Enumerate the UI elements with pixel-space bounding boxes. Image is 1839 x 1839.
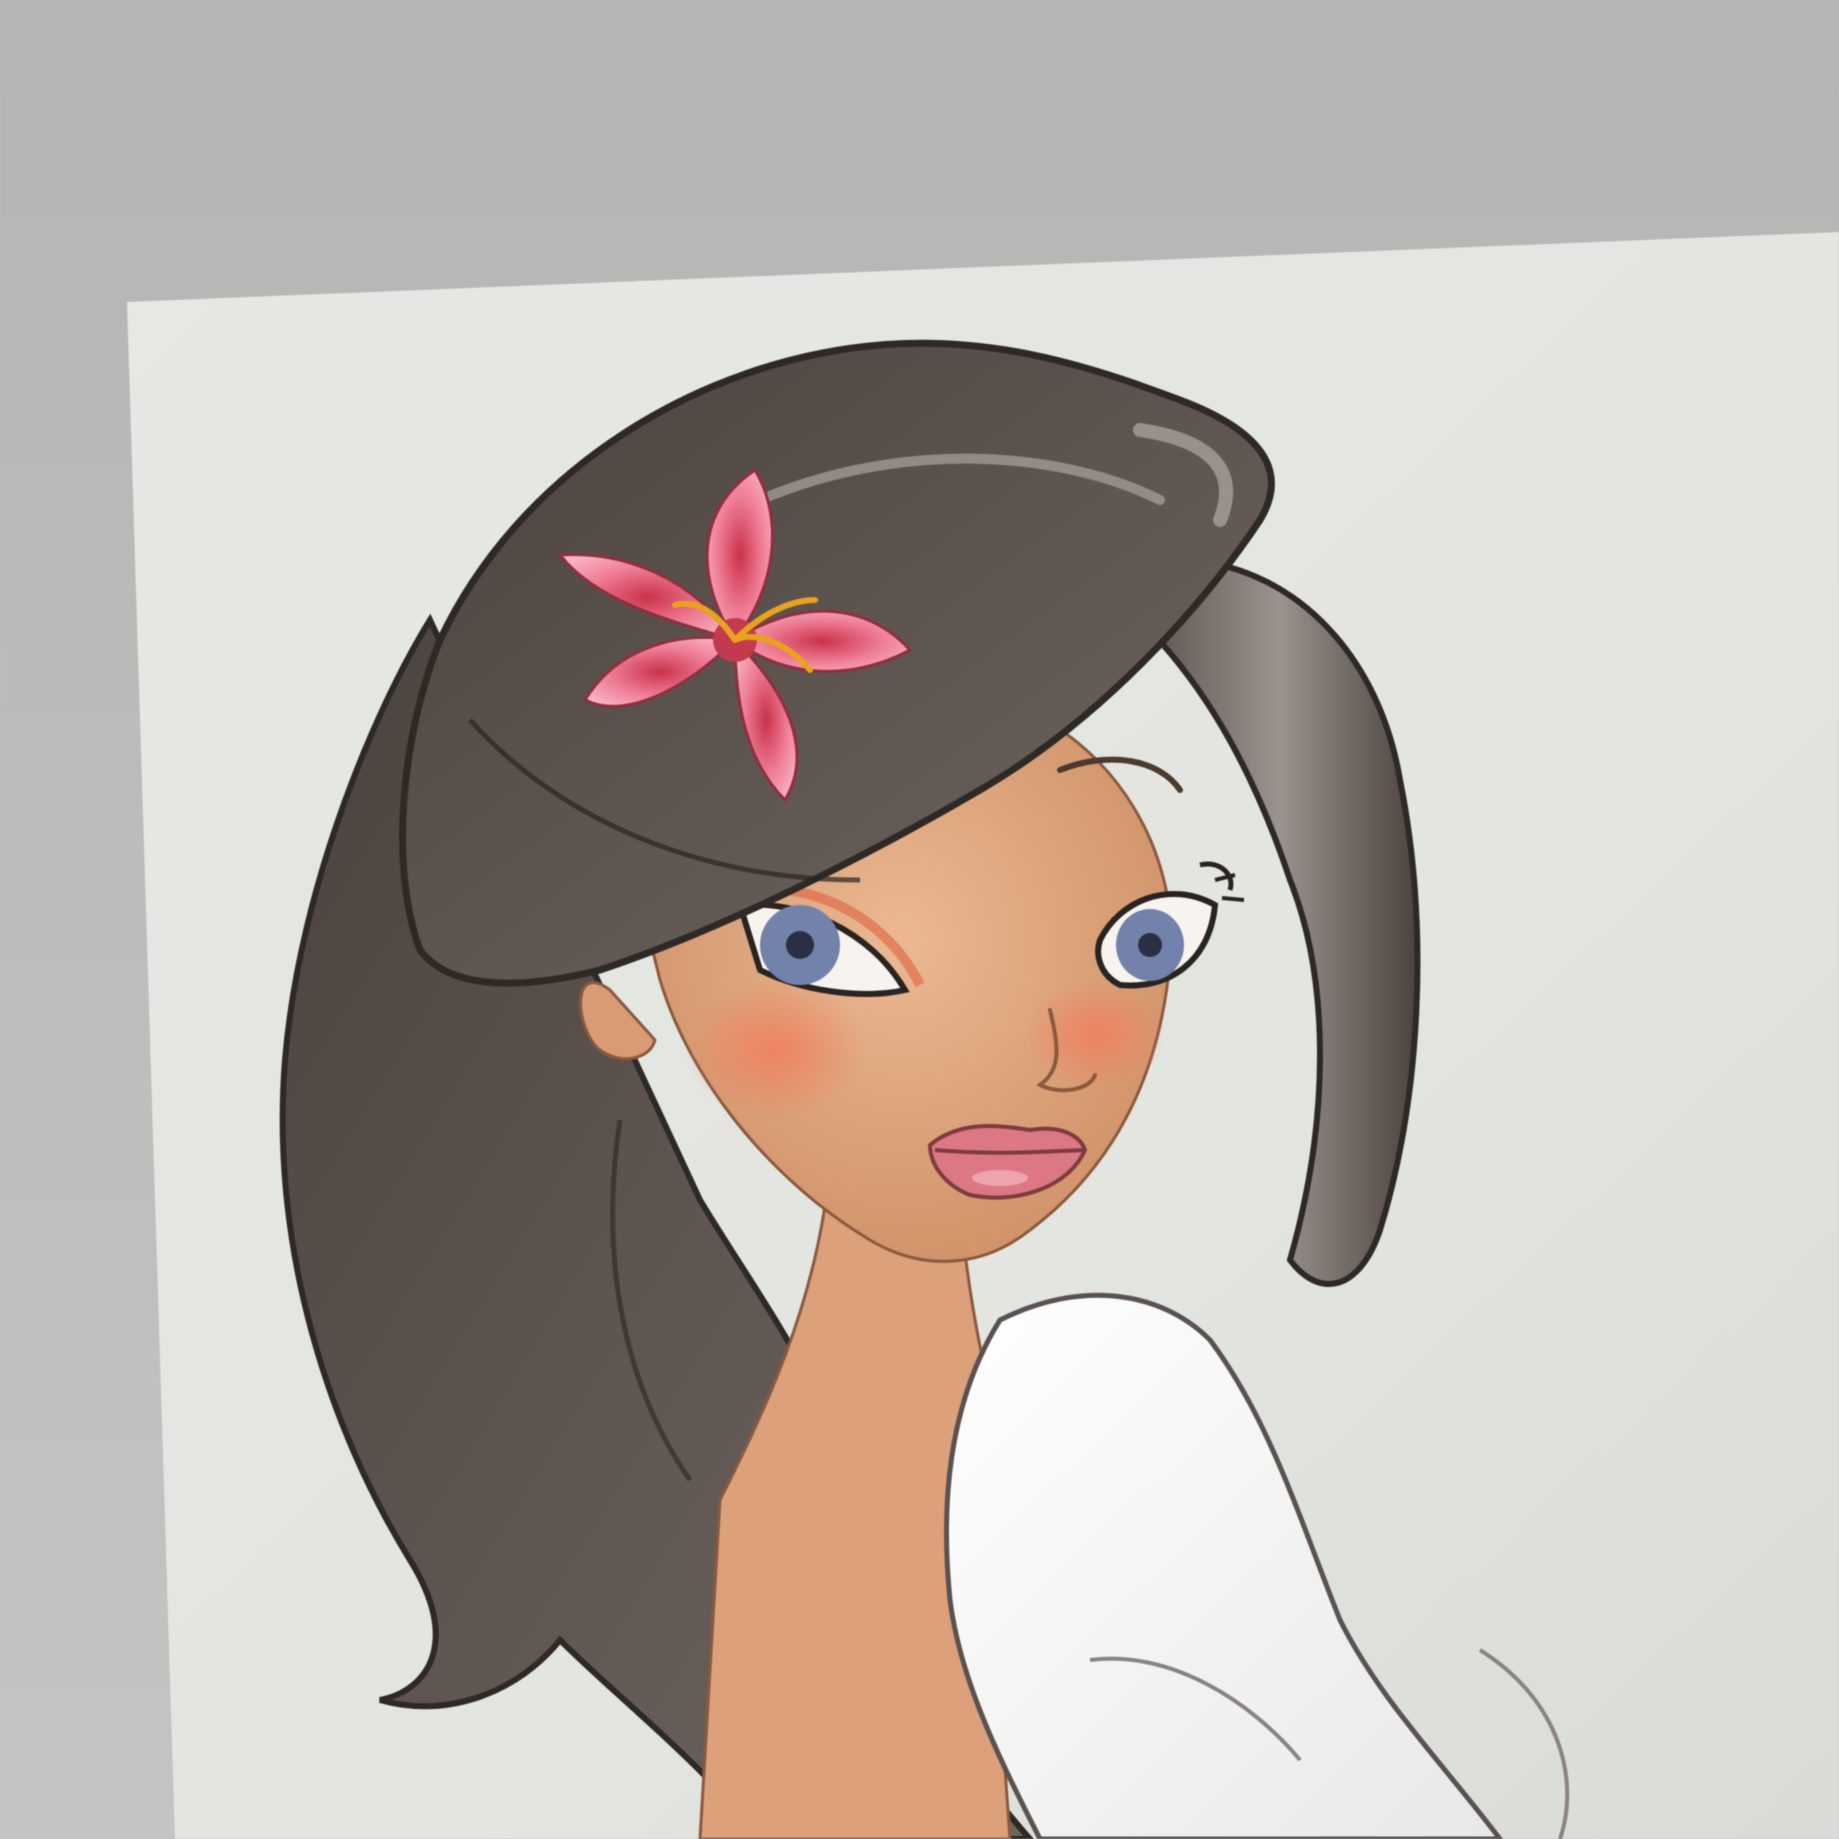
photo-scene xyxy=(0,0,1839,1839)
left-cheek-blush xyxy=(685,980,865,1120)
